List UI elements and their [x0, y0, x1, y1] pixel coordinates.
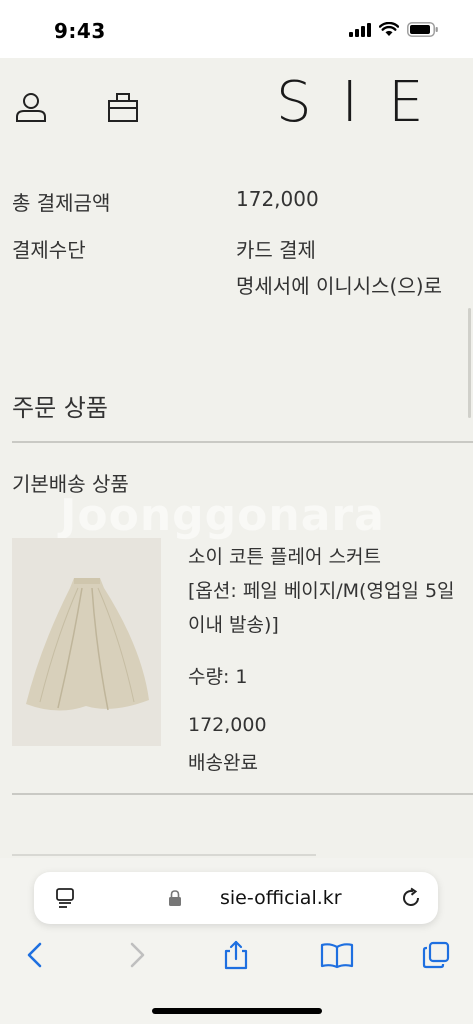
payment-method-label: 결제수단 [12, 238, 86, 262]
user-icon[interactable] [14, 90, 48, 124]
payment-method-value: 카드 결제 [236, 238, 316, 262]
lock-icon [169, 890, 181, 906]
product-quantity: 수량: 1 [188, 666, 248, 688]
web-page: SIE 총 결제금액 172,000 결제수단 카드 결제 명세서에 이니시스(… [0, 58, 473, 858]
total-amount-value: 172,000 [236, 187, 319, 211]
battery-icon [407, 22, 438, 37]
wifi-icon [379, 22, 399, 36]
share-icon[interactable] [221, 940, 251, 970]
status-time: 9:43 [54, 19, 106, 43]
watermark-text: Joonggonara [60, 490, 385, 541]
url-text[interactable]: sie-official.kr [220, 887, 342, 909]
page-divider-faint [12, 854, 316, 856]
item-divider [12, 793, 473, 795]
delivery-status: 배송완료 [188, 752, 258, 774]
brand-logo[interactable]: SIE [276, 70, 453, 135]
bookmarks-icon[interactable] [320, 940, 354, 970]
skirt-image [12, 538, 161, 746]
shopping-bag-icon[interactable] [106, 90, 140, 124]
total-amount-label: 총 결제금액 [12, 191, 111, 215]
product-option-line2: 이내 발송)] [188, 614, 279, 636]
address-bar[interactable]: sie-official.kr [34, 872, 438, 924]
site-header: SIE [0, 58, 473, 158]
product-image[interactable] [12, 538, 161, 746]
back-icon[interactable] [20, 940, 50, 970]
shipping-group-label: 기본배송 상품 [12, 472, 129, 496]
product-price: 172,000 [188, 714, 267, 736]
home-indicator[interactable] [152, 1008, 322, 1014]
browser-toolbar: sie-official.kr [0, 854, 473, 1024]
tabs-icon[interactable] [421, 940, 451, 970]
section-divider [12, 441, 473, 443]
status-bar: 9:43 [0, 0, 473, 58]
order-items-title: 주문 상품 [12, 394, 108, 422]
reload-icon[interactable] [400, 887, 422, 909]
status-icons [349, 22, 439, 37]
scrollbar[interactable] [468, 308, 471, 418]
statement-note: 명세서에 이니시스(으)로 [236, 274, 442, 298]
product-option-line1: [옵션: 페일 베이지/M(영업일 5일 [188, 580, 455, 602]
page-settings-icon[interactable] [54, 887, 76, 909]
product-name[interactable]: 소이 코튼 플레어 스커트 [188, 542, 381, 569]
forward-icon[interactable] [122, 940, 152, 970]
cellular-signal-icon [349, 22, 371, 37]
